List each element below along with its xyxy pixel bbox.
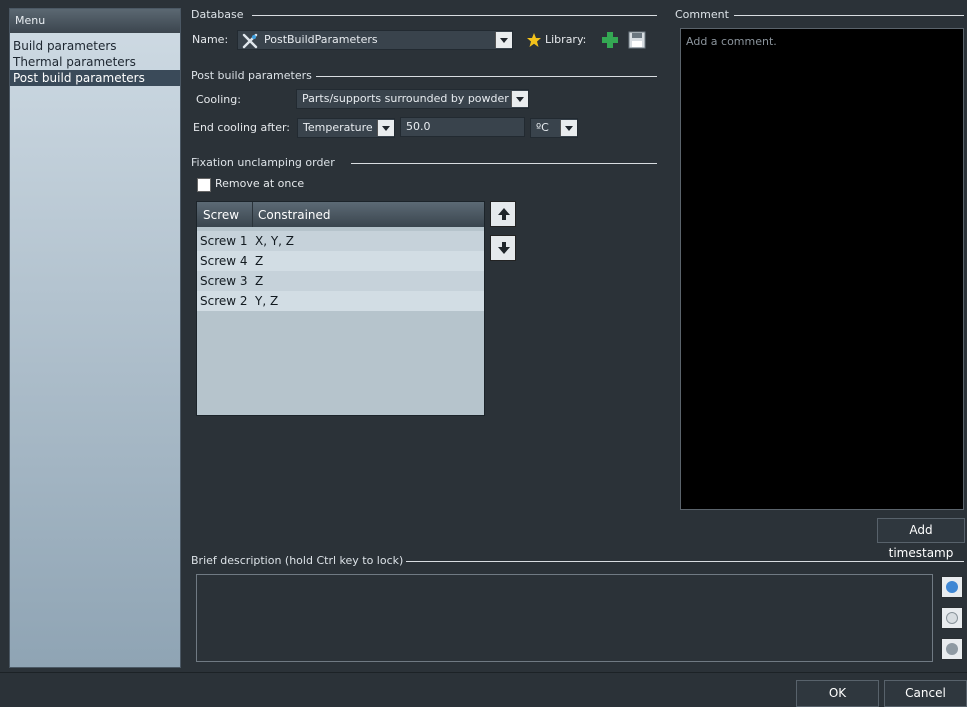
column-header-constrained[interactable]: Constrained	[258, 208, 331, 222]
star-icon[interactable]	[526, 32, 542, 48]
table-row[interactable]: Screw 3 Z	[197, 271, 484, 291]
database-name-value: PostBuildParameters	[264, 33, 378, 46]
arrow-down-icon	[497, 241, 511, 255]
end-cooling-mode-value: Temperature	[303, 121, 373, 134]
chevron-down-icon[interactable]	[560, 120, 577, 136]
constrained-cell: Z	[255, 274, 264, 288]
footer-divider	[0, 672, 967, 673]
table-row[interactable]: Screw 1 X, Y, Z	[197, 231, 484, 251]
library-label: Library:	[545, 33, 587, 46]
sidebar-item-post-build-parameters[interactable]: Post build parameters	[10, 70, 180, 86]
ok-button[interactable]: OK	[796, 680, 879, 707]
brief-description-divider	[406, 561, 964, 562]
constrained-cell: Z	[255, 254, 264, 268]
info-icon	[946, 581, 958, 593]
constrained-cell: X, Y, Z	[255, 234, 295, 248]
comment-textarea[interactable]: Add a comment.	[680, 28, 964, 510]
next-icon	[946, 643, 958, 655]
tools-icon	[242, 33, 258, 49]
move-up-button[interactable]	[490, 201, 516, 227]
end-cooling-label: End cooling after:	[193, 121, 291, 134]
screw-cell: Screw 2	[200, 294, 248, 308]
remove-at-once-label: Remove at once	[215, 177, 305, 190]
add-icon	[946, 612, 958, 624]
table-header: Screw Constrained	[197, 202, 484, 227]
temperature-unit-value: ºC	[536, 121, 549, 134]
post-build-divider	[316, 76, 657, 77]
cooling-value: Parts/supports surrounded by powder	[302, 92, 509, 105]
add-button[interactable]	[941, 607, 963, 629]
database-title: Database	[191, 8, 244, 21]
screw-cell: Screw 1	[200, 234, 248, 248]
add-timestamp-button[interactable]: Add timestamp	[877, 518, 965, 560]
chevron-down-icon[interactable]	[495, 32, 512, 48]
arrow-up-icon	[497, 207, 511, 221]
info-button[interactable]	[941, 576, 963, 598]
save-icon[interactable]	[627, 30, 647, 50]
sidebar-item-thermal-parameters[interactable]: Thermal parameters	[10, 54, 180, 70]
plus-icon[interactable]	[600, 30, 620, 50]
sidebar-item-build-parameters[interactable]: Build parameters	[10, 38, 180, 54]
name-label: Name:	[192, 33, 229, 46]
cooling-label: Cooling:	[196, 93, 241, 106]
chevron-down-icon[interactable]	[377, 120, 394, 136]
remove-at-once-checkbox[interactable]	[197, 178, 211, 192]
move-down-button[interactable]	[490, 235, 516, 261]
screw-cell: Screw 4	[200, 254, 248, 268]
menu-header: Menu	[10, 9, 180, 33]
end-cooling-value-field[interactable]: 50.0	[400, 117, 525, 137]
temperature-unit-combo[interactable]: ºC	[530, 118, 578, 138]
post-build-title: Post build parameters	[191, 69, 312, 82]
brief-description-title: Brief description (hold Ctrl key to lock…	[191, 554, 404, 567]
next-button[interactable]	[941, 638, 963, 660]
column-divider	[252, 202, 253, 227]
unclamping-order-table: Screw Constrained Screw 1 X, Y, Z Screw …	[196, 201, 485, 416]
comment-title: Comment	[675, 8, 729, 21]
cancel-button[interactable]: Cancel	[884, 680, 967, 707]
table-row[interactable]: Screw 2 Y, Z	[197, 291, 484, 311]
chevron-down-icon[interactable]	[511, 91, 528, 107]
fixation-title: Fixation unclamping order	[191, 156, 335, 169]
database-name-combo[interactable]: PostBuildParameters	[237, 30, 513, 50]
constrained-cell: Y, Z	[255, 294, 279, 308]
end-cooling-mode-combo[interactable]: Temperature	[297, 118, 395, 138]
brief-description-textarea[interactable]	[196, 574, 933, 662]
column-header-screw[interactable]: Screw	[203, 208, 239, 222]
screw-cell: Screw 3	[200, 274, 248, 288]
end-cooling-value: 50.0	[406, 120, 431, 133]
database-divider	[252, 15, 657, 16]
comment-divider	[734, 15, 964, 16]
menu-sidebar: Menu Build parameters Thermal parameters…	[9, 8, 181, 668]
cooling-combo[interactable]: Parts/supports surrounded by powder	[296, 89, 529, 109]
table-row[interactable]: Screw 4 Z	[197, 251, 484, 271]
comment-placeholder: Add a comment.	[686, 35, 777, 48]
fixation-divider	[351, 163, 657, 164]
